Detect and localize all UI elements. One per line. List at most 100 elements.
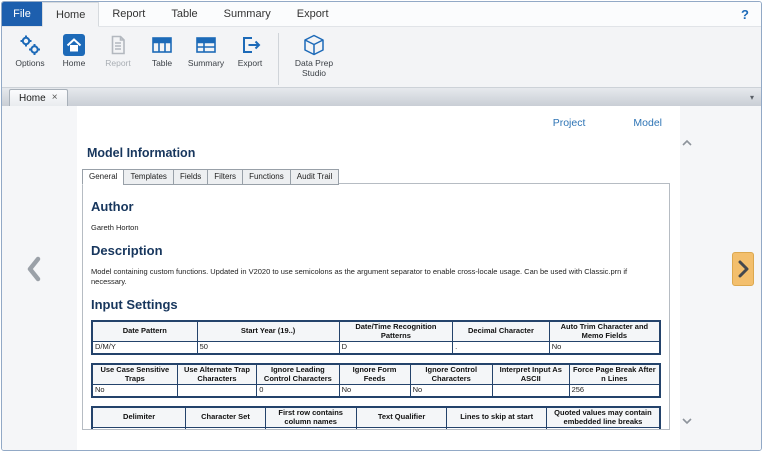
help-icon[interactable]: ?: [741, 7, 749, 22]
report-button[interactable]: Report: [96, 30, 140, 85]
export-button[interactable]: Export: [228, 30, 272, 85]
author-value: Gareth Horton: [91, 223, 661, 232]
table-cell: No: [339, 385, 410, 397]
home-icon: [62, 33, 86, 57]
table-header-cell: Ignore Form Feeds: [339, 364, 410, 385]
file-tab[interactable]: File: [2, 2, 42, 26]
model-info-panel: Author Gareth Horton Description Model c…: [82, 183, 670, 430]
table-header-cell: Start Year (19..): [197, 321, 339, 342]
description-heading: Description: [91, 243, 661, 258]
previous-arrow-button[interactable]: [23, 254, 45, 284]
model-info-tabs: General Templates Fields Filters Functio…: [82, 169, 339, 185]
summary-button-label: Summary: [188, 59, 224, 69]
options-button-label: Options: [15, 59, 44, 69]
table-row: commaANSIYes"0No: [92, 428, 660, 430]
table-cell: No: [92, 385, 177, 397]
tab-filters[interactable]: Filters: [207, 169, 242, 185]
table-cell: No: [410, 385, 492, 397]
content-area: Project Model Model Information General …: [2, 106, 761, 450]
data-prep-studio-cube-icon: [302, 33, 326, 57]
vertical-scrollbar[interactable]: [680, 138, 694, 426]
table-cell: .: [453, 342, 550, 354]
table-header-cell: Character Set: [186, 407, 266, 428]
table-header-cell: Date Pattern: [92, 321, 197, 342]
table-header-cell: Delimiter: [92, 407, 186, 428]
table-header-row: DelimiterCharacter SetFirst row contains…: [92, 407, 660, 428]
table-cell: Yes: [265, 428, 356, 430]
ribbon-tab-bar: File Home Report Table Summary Export ?: [2, 2, 761, 26]
document-tab-label: Home: [19, 93, 46, 104]
table-cell: comma: [92, 428, 186, 430]
ribbon-tab-report[interactable]: Report: [99, 2, 158, 26]
table-header-cell: Date/Time Recognition Patterns: [339, 321, 453, 342]
table-cell: D: [339, 342, 453, 354]
ribbon-tab-export[interactable]: Export: [284, 2, 342, 26]
table-cell: 0: [447, 428, 546, 430]
input-settings-table-traps: Use Case Sensitive TrapsUse Alternate Tr…: [91, 363, 661, 398]
table-cell: D/M/Y: [92, 342, 197, 354]
project-link[interactable]: Project: [553, 117, 586, 129]
table-cell: ANSI: [186, 428, 266, 430]
table-cell: ": [356, 428, 447, 430]
table-header-cell: Decimal Character: [453, 321, 550, 342]
tab-functions[interactable]: Functions: [242, 169, 290, 185]
table-header-cell: Force Page Break After n Lines: [569, 364, 660, 385]
summary-button[interactable]: Summary: [184, 30, 228, 85]
input-settings-heading: Input Settings: [91, 297, 661, 312]
ribbon-tab-summary[interactable]: Summary: [211, 2, 284, 26]
tab-fields[interactable]: Fields: [173, 169, 207, 185]
description-value: Model containing custom functions. Updat…: [91, 267, 661, 286]
view-links: Project Model: [553, 117, 662, 129]
summary-grid-icon: [194, 33, 218, 57]
table-cell: 256: [569, 385, 660, 397]
page-title: Model Information: [87, 146, 195, 160]
tab-general[interactable]: General: [82, 169, 123, 185]
table-header-cell: Lines to skip at start: [447, 407, 546, 428]
scroll-down-icon[interactable]: [681, 416, 693, 426]
export-button-label: Export: [238, 59, 263, 69]
input-settings-table-dates: Date PatternStart Year (19..)Date/Time R…: [91, 320, 661, 355]
table-grid-icon: [150, 33, 174, 57]
table-header-cell: Interpret Input As ASCII: [492, 364, 569, 385]
tab-templates[interactable]: Templates: [123, 169, 172, 185]
options-gear-icon: [18, 33, 42, 57]
export-arrow-icon: [238, 33, 262, 57]
table-row: D/M/Y50D.No: [92, 342, 660, 354]
options-button[interactable]: Options: [8, 30, 52, 85]
table-header-cell: Auto Trim Character and Memo Fields: [549, 321, 660, 342]
report-document-icon: [106, 33, 130, 57]
ribbon-tab-home[interactable]: Home: [42, 2, 99, 27]
document-tab-home[interactable]: Home ×: [9, 89, 68, 106]
table-row: No0NoNo256: [92, 385, 660, 397]
table-header-cell: First row contains column names: [265, 407, 356, 428]
tab-audit-trail[interactable]: Audit Trail: [290, 169, 340, 185]
home-button-label: Home: [63, 59, 86, 69]
next-arrow-button[interactable]: [732, 252, 754, 286]
model-link[interactable]: Model: [633, 117, 662, 129]
ribbon-tab-table[interactable]: Table: [158, 2, 210, 26]
app-window: File Home Report Table Summary Export ? …: [1, 1, 762, 451]
table-cell: No: [549, 342, 660, 354]
table-cell: 0: [257, 385, 339, 397]
table-cell: 50: [197, 342, 339, 354]
table-header-cell: Ignore Control Characters: [410, 364, 492, 385]
table-header-row: Use Case Sensitive TrapsUse Alternate Tr…: [92, 364, 660, 385]
scroll-up-icon[interactable]: [681, 138, 693, 148]
home-button[interactable]: Home: [52, 30, 96, 85]
table-header-cell: Text Qualifier: [356, 407, 447, 428]
data-prep-studio-button[interactable]: Data Prep Studio: [285, 30, 343, 85]
report-button-label: Report: [105, 59, 131, 69]
table-cell: [492, 385, 569, 397]
tabstrip-dropdown-icon[interactable]: ▾: [750, 93, 754, 102]
toolbar-separator: [278, 33, 279, 85]
input-settings-table-delimiter: DelimiterCharacter SetFirst row contains…: [91, 406, 661, 430]
table-button[interactable]: Table: [140, 30, 184, 85]
table-header-cell: Quoted values may contain embedded line …: [546, 407, 660, 428]
close-icon[interactable]: ×: [52, 93, 58, 103]
table-button-label: Table: [152, 59, 172, 69]
ribbon-toolbar: Options Home Report: [2, 26, 761, 88]
data-prep-studio-button-label: Data Prep Studio: [285, 59, 343, 79]
document-tab-strip: Home × ▾: [2, 88, 761, 106]
model-information-page: Project Model Model Information General …: [77, 106, 680, 450]
table-header-row: Date PatternStart Year (19..)Date/Time R…: [92, 321, 660, 342]
